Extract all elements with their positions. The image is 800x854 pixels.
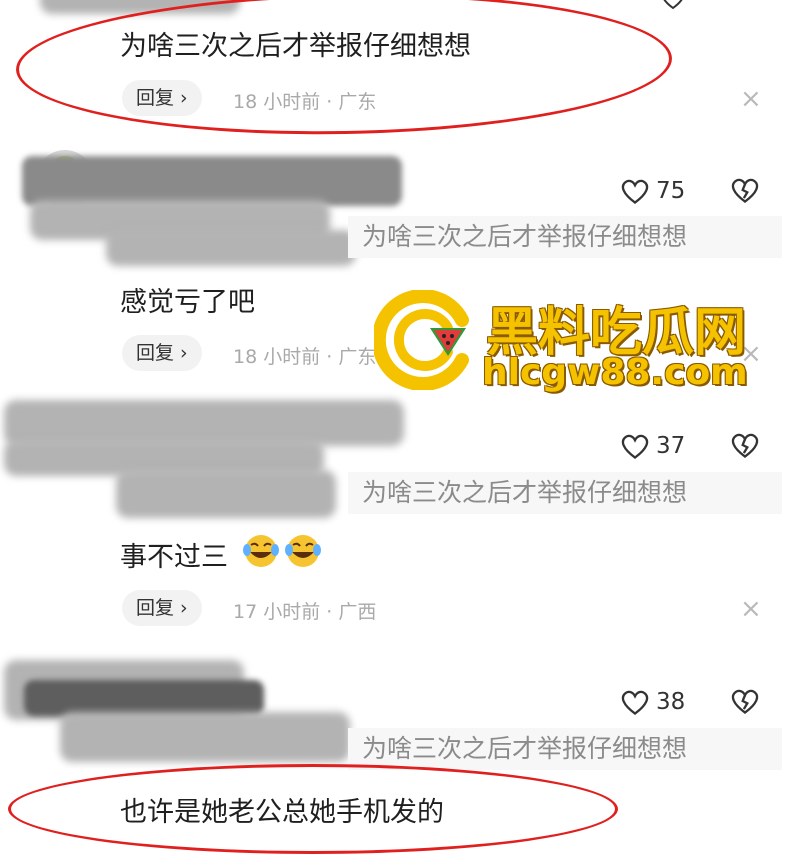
redacted-block — [24, 680, 264, 716]
comment-meta: 17 小时前 · 广西 — [233, 601, 377, 623]
watermark-url: hlcgw88.com — [482, 352, 748, 393]
watermark-logo — [371, 289, 474, 391]
like-button[interactable]: 37 — [620, 432, 685, 460]
heart-icon — [621, 179, 649, 204]
like-button[interactable]: 38 — [620, 688, 685, 716]
broken-heart-icon[interactable] — [730, 687, 760, 719]
broken-heart-icon[interactable] — [730, 431, 760, 463]
comment-text: 感觉亏了吧 — [120, 287, 255, 318]
like-count: 38 — [656, 689, 686, 715]
comment-text: 为啥三次之后才举报仔细想想 — [120, 31, 471, 62]
close-icon[interactable]: × — [740, 86, 762, 112]
quoted-comment: 为啥三次之后才举报仔细想想 — [348, 728, 782, 770]
reply-button[interactable]: 回复 › — [122, 80, 202, 116]
broken-heart-icon[interactable] — [730, 176, 760, 208]
annotation-circle — [14, 0, 674, 140]
heart-icon — [621, 434, 649, 459]
redacted-block — [60, 712, 350, 762]
reply-button[interactable]: 回复 › — [122, 590, 202, 626]
comment-meta: 18 小时前 · 广东 — [233, 91, 377, 113]
redacted-block — [116, 470, 336, 518]
heart-icon[interactable] — [660, 0, 686, 14]
like-button[interactable]: 75 — [620, 177, 685, 205]
reply-button[interactable]: 回复 › — [122, 335, 202, 371]
like-count: 75 — [656, 178, 686, 204]
close-icon[interactable]: × — [740, 596, 762, 622]
heart-icon — [621, 690, 649, 715]
like-count: 37 — [656, 433, 686, 459]
quoted-comment: 为啥三次之后才举报仔细想想 — [348, 472, 782, 514]
comment-text: 也许是她老公总她手机发的 — [120, 797, 444, 828]
comment-meta: 18 小时前 · 广东 — [233, 346, 377, 368]
comment-text: 事不过三 — [120, 542, 228, 573]
redacted-block — [106, 230, 356, 266]
redacted-username — [22, 156, 402, 206]
laughing-crying-emoji — [242, 532, 280, 574]
laughing-crying-emoji — [284, 532, 322, 574]
quoted-comment: 为啥三次之后才举报仔细想想 — [348, 216, 782, 258]
